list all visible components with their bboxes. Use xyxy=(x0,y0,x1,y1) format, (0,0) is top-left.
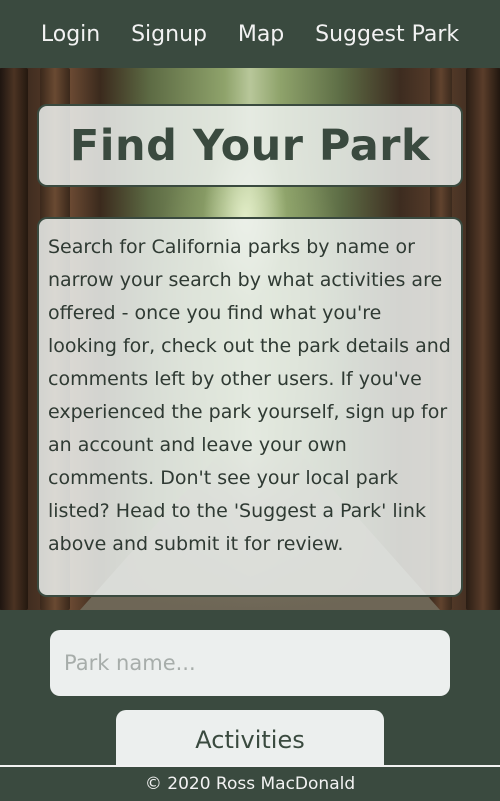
footer-copyright: © 2020 Ross MacDonald xyxy=(144,774,356,794)
page-title-panel: Find Your Park xyxy=(37,104,463,187)
tree-trunk-right xyxy=(466,68,500,610)
nav-signup-link[interactable]: Signup xyxy=(131,22,207,47)
intro-description: Search for California parks by name or n… xyxy=(37,217,463,597)
top-navbar: Login Signup Map Suggest Park xyxy=(0,0,500,68)
page-title: Find Your Park xyxy=(69,120,431,171)
footer: © 2020 Ross MacDonald xyxy=(0,765,500,801)
nav-map-link[interactable]: Map xyxy=(238,22,284,47)
park-name-search-input[interactable] xyxy=(50,630,450,696)
tree-trunk-left xyxy=(0,68,28,610)
nav-suggest-park-link[interactable]: Suggest Park xyxy=(315,22,459,47)
nav-login-link[interactable]: Login xyxy=(41,22,100,47)
